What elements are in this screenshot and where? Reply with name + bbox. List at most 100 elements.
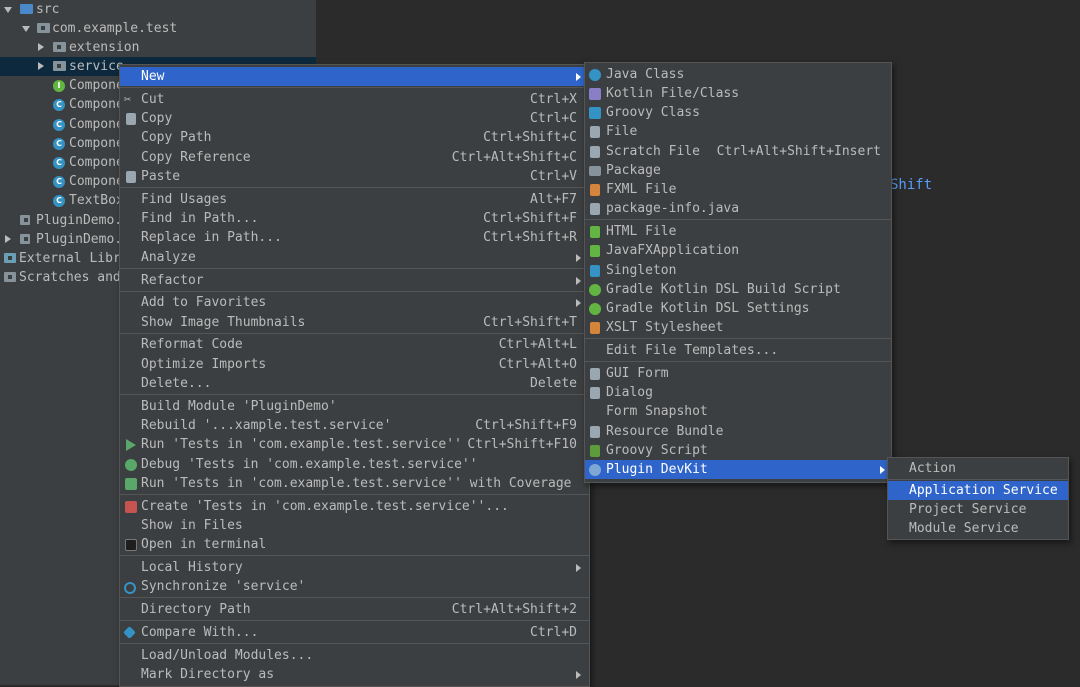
singleton-icon xyxy=(590,265,600,277)
tree-node-src[interactable]: src xyxy=(0,0,316,19)
menu-item-file[interactable]: File xyxy=(585,122,891,141)
collapse-arrow-icon[interactable] xyxy=(5,235,11,243)
expand-arrow-icon[interactable] xyxy=(4,7,12,13)
menu-item-label: Delete... xyxy=(141,376,212,391)
tree-node-package[interactable]: com.example.test xyxy=(0,19,316,38)
interface-icon: I xyxy=(53,80,65,92)
menu-item-groovy-class[interactable]: Groovy Class xyxy=(585,103,891,122)
menu-item-build-module[interactable]: Build Module 'PluginDemo' xyxy=(120,397,589,416)
menu-item-groovy-script[interactable]: Groovy Script xyxy=(585,441,891,460)
clipboard-icon xyxy=(126,171,136,183)
menu-item-local-history[interactable]: Local History xyxy=(120,558,589,577)
menu-item-copy-reference[interactable]: Copy Reference Ctrl+Alt+Shift+C xyxy=(120,148,589,167)
menu-item-gradle-build-script[interactable]: Gradle Kotlin DSL Build Script xyxy=(585,280,891,299)
menu-item-package[interactable]: Package xyxy=(585,161,891,180)
menu-item-find-usages[interactable]: Find Usages Alt+F7 xyxy=(120,190,589,209)
menu-separator xyxy=(120,87,589,88)
menu-item-module-service[interactable]: Module Service xyxy=(888,519,1068,538)
menu-item-label: Open in terminal xyxy=(141,537,267,552)
collapse-arrow-icon[interactable] xyxy=(38,43,44,51)
menu-item-label: Refactor xyxy=(141,273,204,288)
copy-icon xyxy=(126,113,136,125)
menu-item-scratch-file[interactable]: Scratch File Ctrl+Alt+Shift+Insert xyxy=(585,142,891,161)
menu-separator xyxy=(120,268,589,269)
menu-item-project-service[interactable]: Project Service xyxy=(888,500,1068,519)
menu-item-label: Mark Directory as xyxy=(141,667,275,682)
collapse-arrow-icon[interactable] xyxy=(38,62,44,70)
menu-item-create-tests[interactable]: Create 'Tests in 'com.example.test.servi… xyxy=(120,497,589,516)
menu-item-javafx-application[interactable]: JavaFXApplication xyxy=(585,241,891,260)
library-icon xyxy=(4,253,16,263)
menu-item-label: Find Usages xyxy=(141,192,228,207)
menu-item-mark-directory[interactable]: Mark Directory as xyxy=(120,665,589,684)
expand-arrow-icon[interactable] xyxy=(22,26,30,32)
menu-item-gradle-settings[interactable]: Gradle Kotlin DSL Settings xyxy=(585,299,891,318)
menu-item-paste[interactable]: Paste Ctrl+V xyxy=(120,167,589,186)
menu-item-synchronize[interactable]: Synchronize 'service' xyxy=(120,577,589,596)
menu-item-label: Groovy Script xyxy=(606,443,708,458)
menu-item-open-in-terminal[interactable]: Open in terminal xyxy=(120,535,589,554)
menu-item-new[interactable]: New xyxy=(120,67,589,86)
menu-item-compare-with[interactable]: Compare With... Ctrl+D xyxy=(120,623,589,642)
menu-item-run-coverage[interactable]: Run 'Tests in 'com.example.test.service'… xyxy=(120,474,589,493)
menu-item-rebuild[interactable]: Rebuild '...xample.test.service' Ctrl+Sh… xyxy=(120,416,589,435)
menu-item-label: Analyze xyxy=(141,250,196,265)
menu-item-xslt-stylesheet[interactable]: XSLT Stylesheet xyxy=(585,318,891,337)
source-folder-icon xyxy=(20,4,33,14)
menu-item-copy-path[interactable]: Copy Path Ctrl+Shift+C xyxy=(120,128,589,147)
menu-item-add-to-favorites[interactable]: Add to Favorites xyxy=(120,293,589,312)
menu-item-optimize-imports[interactable]: Optimize Imports Ctrl+Alt+O xyxy=(120,355,589,374)
java-file-icon xyxy=(590,203,600,215)
menu-item-debug-tests[interactable]: Debug 'Tests in 'com.example.test.servic… xyxy=(120,455,589,474)
menu-item-shortcut: Ctrl+Shift+F9 xyxy=(475,418,577,433)
menu-item-action[interactable]: Action xyxy=(888,459,1068,478)
menu-item-reformat-code[interactable]: Reformat Code Ctrl+Alt+L xyxy=(120,335,589,354)
menu-item-label: Compare With... xyxy=(141,625,259,640)
menu-item-show-thumbnails[interactable]: Show Image Thumbnails Ctrl+Shift+T xyxy=(120,313,589,332)
menu-item-label: package-info.java xyxy=(606,201,740,216)
menu-item-gui-form[interactable]: GUI Form xyxy=(585,364,891,383)
menu-item-html-file[interactable]: HTML File xyxy=(585,222,891,241)
menu-separator xyxy=(120,494,589,495)
package-icon xyxy=(37,23,50,33)
menu-item-cut[interactable]: ✂ Cut Ctrl+X xyxy=(120,90,589,109)
menu-item-replace-in-path[interactable]: Replace in Path... Ctrl+Shift+R xyxy=(120,228,589,247)
menu-item-copy[interactable]: Copy Ctrl+C xyxy=(120,109,589,128)
menu-item-load-unload-modules[interactable]: Load/Unload Modules... xyxy=(120,646,589,665)
menu-item-analyze[interactable]: Analyze xyxy=(120,248,589,267)
menu-item-java-class[interactable]: Java Class xyxy=(585,65,891,84)
menu-item-label: Local History xyxy=(141,560,243,575)
menu-item-run-tests[interactable]: Run 'Tests in 'com.example.test.service'… xyxy=(120,435,589,454)
menu-item-shortcut: Ctrl+D xyxy=(530,625,577,640)
menu-item-dialog[interactable]: Dialog xyxy=(585,383,891,402)
menu-item-singleton[interactable]: Singleton xyxy=(585,261,891,280)
menu-item-label: Gradle Kotlin DSL Build Script xyxy=(606,282,841,297)
package-icon xyxy=(589,166,601,176)
menu-item-delete[interactable]: Delete... Delete xyxy=(120,374,589,393)
menu-item-label: Cut xyxy=(141,92,165,107)
menu-item-edit-file-templates[interactable]: Edit File Templates... xyxy=(585,341,891,360)
tree-node-label: PluginDemo. xyxy=(36,213,123,228)
menu-item-fxml-file[interactable]: FXML File xyxy=(585,180,891,199)
menu-item-find-in-path[interactable]: Find in Path... Ctrl+Shift+F xyxy=(120,209,589,228)
menu-item-label: Show Image Thumbnails xyxy=(141,315,306,330)
submenu-arrow-icon xyxy=(576,277,581,285)
menu-item-directory-path[interactable]: Directory Path Ctrl+Alt+Shift+2 xyxy=(120,600,589,619)
menu-item-form-snapshot[interactable]: Form Snapshot xyxy=(585,402,891,421)
menu-item-label: Package xyxy=(606,163,661,178)
class-icon: C xyxy=(53,138,65,150)
submenu-arrow-icon xyxy=(576,671,581,679)
tree-node-extension[interactable]: extension xyxy=(0,38,316,57)
menu-item-kotlin-file[interactable]: Kotlin File/Class xyxy=(585,84,891,103)
menu-item-refactor[interactable]: Refactor xyxy=(120,271,589,290)
menu-item-resource-bundle[interactable]: Resource Bundle xyxy=(585,422,891,441)
form-icon xyxy=(590,368,600,380)
menu-item-plugin-devkit[interactable]: Plugin DevKit xyxy=(585,460,891,479)
menu-item-label: Form Snapshot xyxy=(606,404,708,419)
menu-item-application-service[interactable]: Application Service xyxy=(888,481,1068,500)
dialog-icon xyxy=(590,387,600,399)
menu-item-package-info[interactable]: package-info.java xyxy=(585,199,891,218)
context-menu: New ✂ Cut Ctrl+X Copy Ctrl+C Copy Path C… xyxy=(119,64,590,687)
run-icon xyxy=(126,439,136,451)
menu-item-show-in-files[interactable]: Show in Files xyxy=(120,516,589,535)
